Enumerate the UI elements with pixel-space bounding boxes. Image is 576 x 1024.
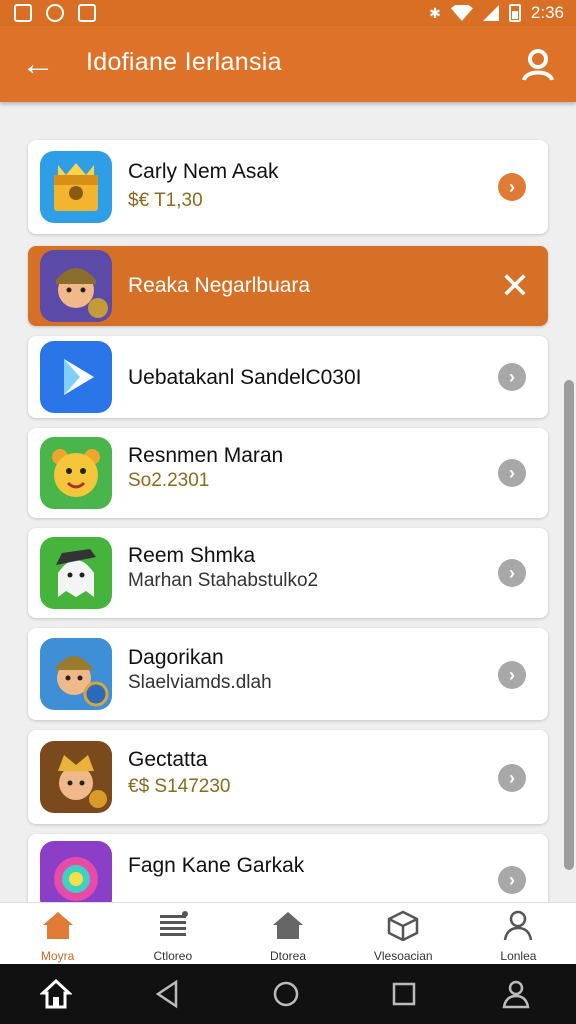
tab-moyra[interactable]: Moyra — [0, 903, 115, 964]
home-nav-icon[interactable] — [40, 978, 72, 1010]
sync-notification-icon — [46, 4, 64, 22]
cartoon-bear-icon — [40, 437, 112, 509]
play-store-icon — [40, 341, 112, 413]
vibrate-icon: ✱ — [429, 4, 441, 21]
close-icon[interactable]: ✕ — [498, 268, 532, 304]
page-title: Idofiane Ierlansia — [86, 48, 282, 76]
item-name: Fagn Kane Garkak — [128, 854, 305, 877]
wifi-icon — [450, 5, 473, 21]
tab-dtorea[interactable]: Dtorea — [230, 903, 345, 964]
colorful-orb-icon — [40, 841, 112, 902]
house-icon — [273, 912, 303, 939]
list-item[interactable]: Uebatakanl SandelC030I › — [28, 336, 548, 418]
signal-icon — [482, 5, 499, 21]
item-subtitle: Marhan Stahabstulko2 — [128, 570, 319, 591]
chevron-icon[interactable]: › — [498, 764, 526, 792]
tab-label: Ctloreo — [153, 949, 193, 963]
image-notification-icon — [78, 4, 96, 22]
item-name: Resnmen Maran — [128, 444, 284, 467]
chevron-icon[interactable]: › — [498, 459, 526, 487]
home-circle-nav-icon[interactable] — [270, 978, 302, 1010]
tab-label: Lonlea — [500, 949, 537, 963]
list-item[interactable]: Reem Shmka Marhan Stahabstulko2 › — [28, 528, 548, 618]
item-name: Gectatta — [128, 748, 208, 771]
tab-ctloreo[interactable]: Ctloreo — [115, 903, 230, 964]
battery-icon — [508, 4, 521, 22]
tab-label: Moyra — [40, 949, 75, 963]
list-item[interactable]: Fagn Kane Garkak › — [28, 834, 548, 902]
item-subtitle: $€ T1,30 — [128, 190, 203, 211]
status-time: 2:36 — [530, 3, 564, 22]
tab-lonlea[interactable]: Lonlea — [461, 903, 576, 964]
app-bar: ← Idofiane Ierlansia — [0, 26, 576, 102]
chevron-icon[interactable]: › — [498, 173, 526, 201]
gallery-notification-icon — [14, 4, 32, 22]
item-subtitle: Slaelviamds.dlah — [128, 672, 272, 693]
warrior-avatar-icon — [40, 250, 112, 322]
home-icon — [42, 912, 73, 939]
bottom-tab-bar: Moyra Ctloreo Dtorea Vlesoacian Lonlea — [0, 902, 576, 964]
recents-nav-icon[interactable] — [388, 978, 420, 1010]
chevron-icon[interactable]: › — [498, 866, 526, 894]
chevron-icon[interactable]: › — [498, 363, 526, 391]
ghost-character-icon — [40, 537, 112, 609]
status-bar: ✱ 2:36 — [0, 0, 576, 26]
back-arrow-icon[interactable]: ← — [18, 44, 58, 84]
item-subtitle: So2.2301 — [128, 470, 210, 491]
list-item[interactable]: Dagorikan Slaelviamds.dlah › — [28, 628, 548, 720]
item-name: Uebatakanl SandelC030I — [128, 366, 362, 389]
item-name: Dagorikan — [128, 646, 224, 669]
list-item[interactable]: Carly Nem Asak $€ T1,30 › — [28, 140, 548, 234]
tab-vlesoacian[interactable]: Vlesoacian — [346, 903, 461, 964]
tab-label: Vlesoacian — [373, 949, 433, 963]
person-icon — [504, 910, 533, 941]
cube-icon — [387, 910, 419, 942]
chevron-icon[interactable]: › — [498, 661, 526, 689]
account-nav-icon[interactable] — [500, 978, 532, 1010]
list-item[interactable]: Resnmen Maran So2.2301 › — [28, 428, 548, 518]
chevron-icon[interactable]: › — [498, 559, 526, 587]
app-list: Carly Nem Asak $€ T1,30 › Reaka Negarlbu… — [14, 126, 562, 902]
back-nav-icon[interactable] — [152, 978, 184, 1010]
crowned-hero-icon — [40, 741, 112, 813]
gold-crate-icon — [40, 151, 112, 223]
scrollbar[interactable] — [564, 380, 574, 870]
tab-label: Dtorea — [269, 949, 307, 963]
item-name: Carly Nem Asak — [128, 160, 279, 183]
profile-icon[interactable] — [518, 44, 558, 84]
list-icon — [159, 911, 188, 936]
system-nav-bar — [0, 964, 576, 1024]
item-name: Reem Shmka — [128, 544, 256, 567]
knight-avatar-icon — [40, 638, 112, 710]
item-subtitle: €$ S147230 — [128, 776, 231, 797]
list-item-selected[interactable]: Reaka Negarlbuara ✕ — [28, 246, 548, 326]
list-item[interactable]: Gectatta €$ S147230 › — [28, 730, 548, 824]
item-name: Reaka Negarlbuara — [128, 274, 311, 297]
